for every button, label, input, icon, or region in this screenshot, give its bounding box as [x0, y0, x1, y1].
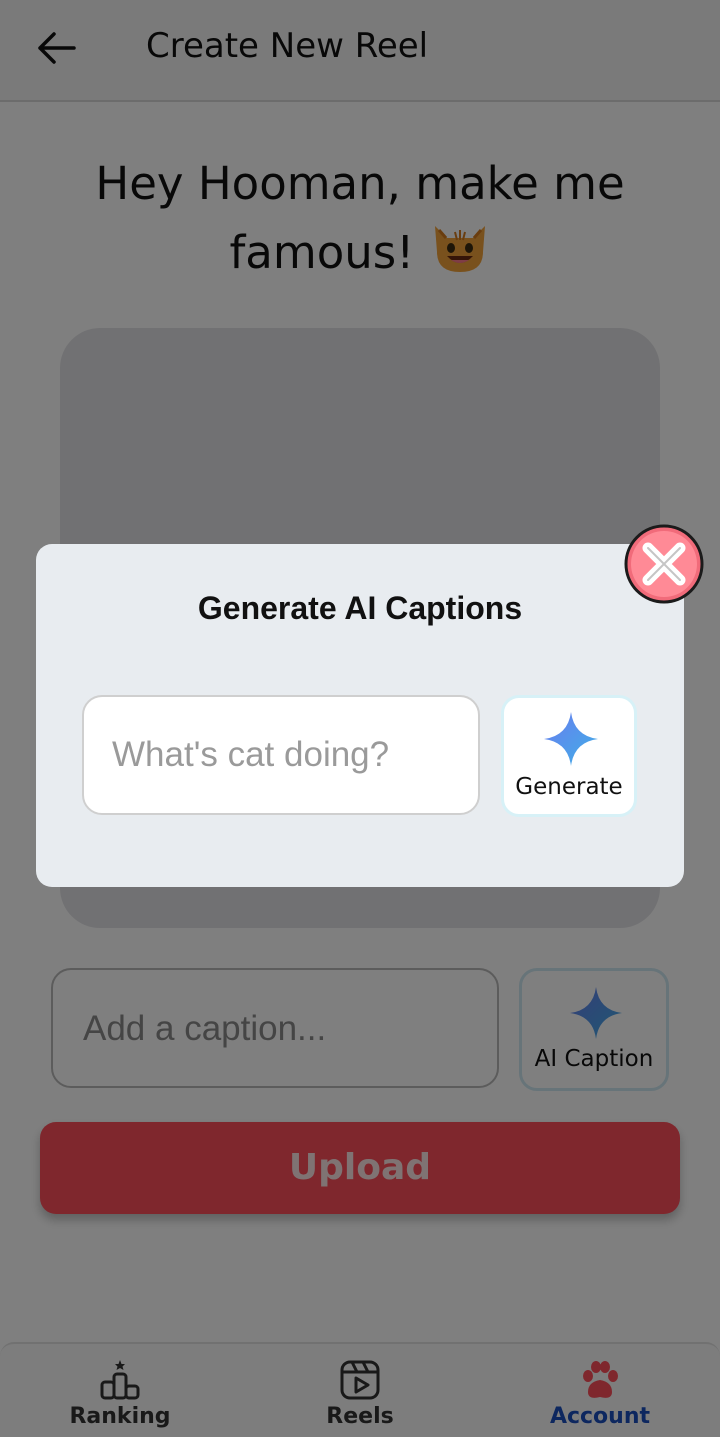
close-icon[interactable]: [623, 523, 705, 605]
generate-button[interactable]: Generate: [501, 695, 637, 817]
modal-title: Generate AI Captions: [197, 590, 523, 626]
cat-activity-input[interactable]: What's cat doing?: [82, 695, 480, 815]
ai-caption-modal: Generate AI Captions What's cat doing? G…: [36, 544, 684, 887]
sparkle-icon: [544, 712, 598, 766]
generate-label: Generate: [515, 774, 623, 800]
